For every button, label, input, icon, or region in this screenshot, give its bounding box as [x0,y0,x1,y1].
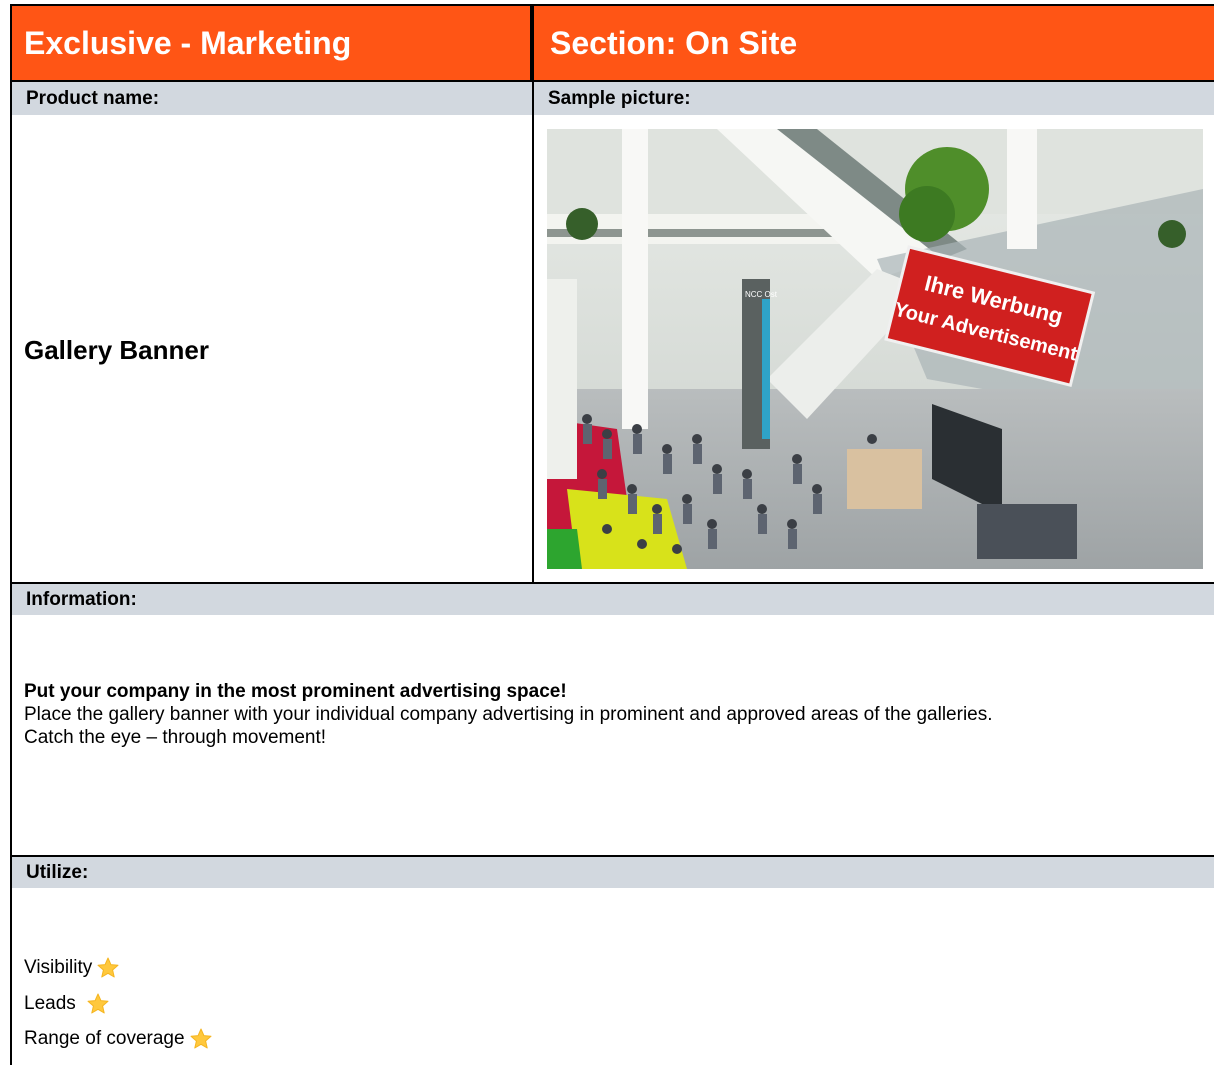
sample-picture-label: Sample picture: [548,87,691,109]
utilize-label: Utilize: [26,861,89,883]
header-right: Section: On Site [534,4,1214,82]
information-line-1: Place the gallery banner with your indiv… [24,704,993,725]
information-label: Information: [26,588,137,610]
star-icon [190,1028,212,1049]
sample-photo-illustration: NCC Ost Ihre Werbung Your Advertisement [547,129,1203,569]
sample-picture-label-band: Sample picture: [534,82,1214,115]
utilize-label-band: Utilize: [12,857,1214,888]
utilize-item: Visibility [24,956,120,980]
information-label-band: Information: [12,584,1214,615]
section-category-title: Exclusive - Marketing [24,24,352,61]
sample-photo: NCC Ost Ihre Werbung Your Advertisement [547,129,1203,569]
header-left: Exclusive - Marketing [10,4,532,82]
product-name: Gallery Banner [24,335,209,365]
product-name-label: Product name: [26,87,160,109]
utilize-item-label: Range of coverage [24,1028,185,1049]
table-left-border [10,4,12,1065]
product-name-label-band: Product name: [12,82,532,115]
information-text: Put your company in the most prominent a… [24,680,1194,749]
information-line-2: Catch the eye – through movement! [24,727,327,748]
star-icon [87,993,109,1014]
section-title: Section: On Site [550,24,798,61]
utilize-item: Leads [24,992,110,1016]
table-column-divider [532,4,534,584]
utilize-item-label: Visibility [24,957,93,978]
star-icon [97,957,119,978]
sign-text: NCC Ost [745,290,778,299]
utilize-item: Range of coverage [24,1027,213,1051]
utilize-item-label: Leads [24,993,76,1014]
information-headline: Put your company in the most prominent a… [24,681,567,702]
